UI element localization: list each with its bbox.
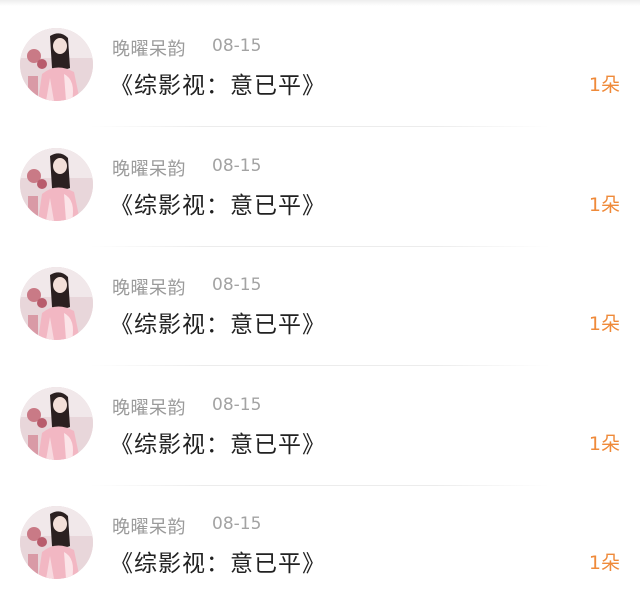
avatar[interactable] <box>20 506 93 579</box>
username[interactable]: 晚曜呆韵 <box>112 513 186 539</box>
row-divider <box>90 126 550 127</box>
gift-count: 1朵 <box>588 74 620 96</box>
user-avatar-icon <box>20 28 93 101</box>
date-label: 08-15 <box>212 395 262 415</box>
date-label: 08-15 <box>212 514 262 534</box>
date-label: 08-15 <box>212 156 262 176</box>
gift-count: 1朵 <box>588 433 620 455</box>
avatar[interactable] <box>20 148 93 221</box>
username[interactable]: 晚曜呆韵 <box>112 394 186 420</box>
gift-record-list: 晚曜呆韵 08-15 《综影视：意已平》 1朵 晚曜呆韵 08-15 《综影视：… <box>0 0 640 597</box>
user-avatar-icon <box>20 148 93 221</box>
book-title[interactable]: 《综影视：意已平》 <box>110 305 326 339</box>
row-divider <box>90 365 550 366</box>
date-label: 08-15 <box>212 36 262 56</box>
avatar[interactable] <box>20 28 93 101</box>
book-title[interactable]: 《综影视：意已平》 <box>110 544 326 578</box>
book-title[interactable]: 《综影视：意已平》 <box>110 425 326 459</box>
username[interactable]: 晚曜呆韵 <box>112 155 186 181</box>
user-avatar-icon <box>20 387 93 460</box>
username[interactable]: 晚曜呆韵 <box>112 274 186 300</box>
list-item[interactable]: 晚曜呆韵 08-15 《综影视：意已平》 1朵 <box>0 367 640 486</box>
gift-count: 1朵 <box>588 194 620 216</box>
date-label: 08-15 <box>212 275 262 295</box>
book-title[interactable]: 《综影视：意已平》 <box>110 66 326 100</box>
list-item[interactable]: 晚曜呆韵 08-15 《综影视：意已平》 1朵 <box>0 128 640 247</box>
gift-count: 1朵 <box>588 552 620 574</box>
list-item[interactable]: 晚曜呆韵 08-15 《综影视：意已平》 1朵 <box>0 8 640 127</box>
list-item[interactable]: 晚曜呆韵 08-15 《综影视：意已平》 1朵 <box>0 247 640 366</box>
book-title[interactable]: 《综影视：意已平》 <box>110 186 326 220</box>
gift-count: 1朵 <box>588 313 620 335</box>
avatar[interactable] <box>20 267 93 340</box>
username[interactable]: 晚曜呆韵 <box>112 35 186 61</box>
list-item[interactable]: 晚曜呆韵 08-15 《综影视：意已平》 1朵 <box>0 486 640 605</box>
user-avatar-icon <box>20 267 93 340</box>
avatar[interactable] <box>20 387 93 460</box>
user-avatar-icon <box>20 506 93 579</box>
